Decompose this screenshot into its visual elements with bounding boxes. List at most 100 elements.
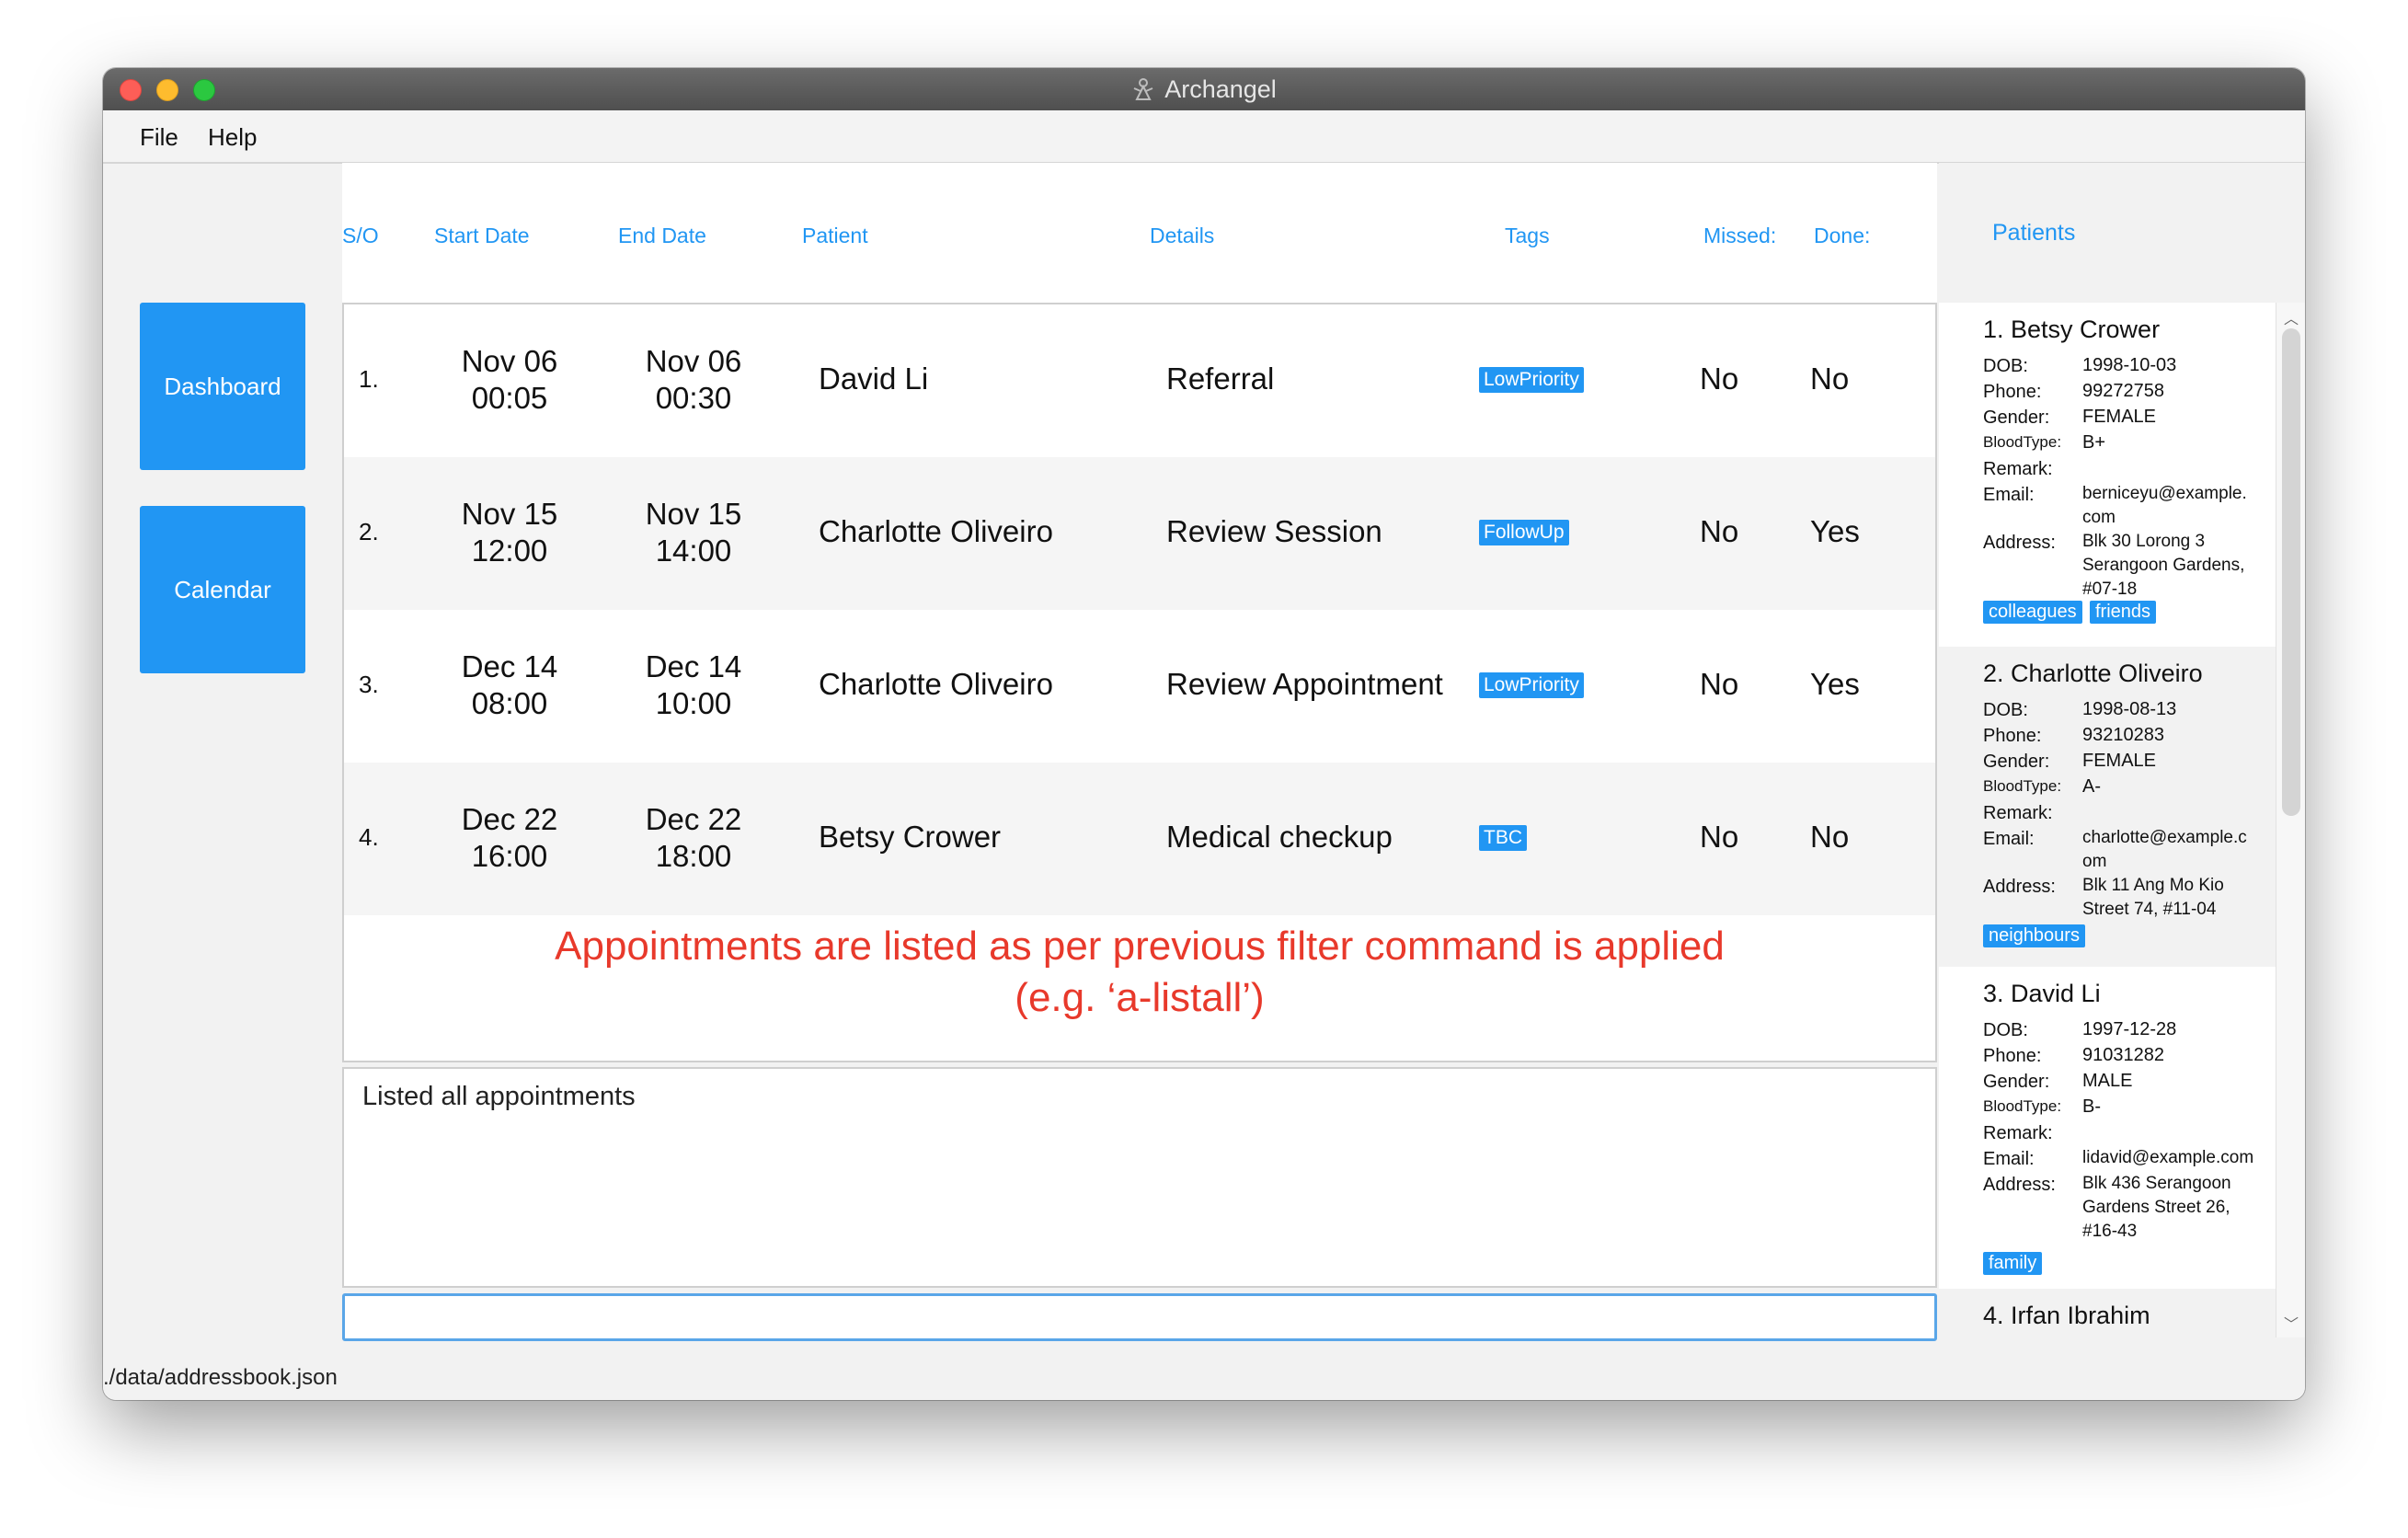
end-date-day: Dec 14 — [645, 649, 742, 683]
dashboard-button[interactable]: Dashboard — [140, 303, 305, 470]
archangel-app-icon — [1133, 78, 1153, 100]
appointment-patient: David Li — [819, 362, 929, 396]
email-value-line-1: charlotte@example.c — [2082, 828, 2247, 847]
patient-card[interactable]: 1. Betsy Crower DOB: 1998-10-03 Phone: 9… — [1939, 303, 2276, 647]
address-line-2: Gardens Street 26, — [2082, 1198, 2230, 1217]
window-title: Archangel — [1164, 75, 1277, 103]
title-bar[interactable]: Archangel — [103, 68, 2305, 111]
annotation-line-2: (e.g. ‘a-listall’) — [1015, 975, 1265, 1020]
calendar-button[interactable]: Calendar — [140, 506, 305, 673]
scroll-up-icon[interactable]: ︿ — [2284, 306, 2299, 328]
address-label: Address: — [1983, 877, 2056, 897]
blood-label: BloodType: — [1983, 1097, 2062, 1115]
appointment-number: 4. — [359, 823, 379, 851]
dob-value: 1997-12-28 — [2082, 1019, 2177, 1039]
gender-value: MALE — [2082, 1071, 2133, 1091]
appointment-row[interactable]: 1. Nov 06 00:05 Nov 06 00:30 David Li Refe… — [344, 304, 1935, 457]
patient-name: 3. David Li — [1983, 980, 2101, 1007]
blood-value: B- — [2082, 1096, 2101, 1117]
start-date: Dec 14 08:00 — [436, 648, 583, 722]
phone-value: 93210283 — [2082, 725, 2164, 745]
menu-help[interactable]: Help — [202, 120, 262, 155]
address-label: Address: — [1983, 1175, 2056, 1195]
appointment-details: Review Appointment — [1166, 667, 1443, 701]
header-start-date: Start Date — [434, 224, 530, 247]
appointment-missed: No — [1700, 667, 1739, 701]
appointment-patient: Betsy Crower — [819, 820, 1002, 854]
appointment-row[interactable]: 4. Dec 22 16:00 Dec 22 18:00 Betsy Crower … — [344, 763, 1935, 915]
patient-name: 4. Irfan Ibrahim — [1983, 1302, 2150, 1329]
remark-label: Remark: — [1983, 1123, 2053, 1143]
annotation-line-1: Appointments are listed as per previous … — [555, 924, 1725, 969]
address-line-1: Blk 30 Lorong 3 — [2082, 532, 2206, 551]
dob-value: 1998-08-13 — [2082, 699, 2177, 719]
result-message: Listed all appointments — [362, 1082, 636, 1111]
appointment-row[interactable]: 3. Dec 14 08:00 Dec 14 10:00 Charlotte Oli… — [344, 610, 1935, 763]
end-date-day: Dec 22 — [645, 802, 742, 836]
address-line-1: Blk 436 Serangoon — [2082, 1174, 2231, 1193]
email-label: Email: — [1983, 485, 2035, 505]
start-date: Dec 22 16:00 — [436, 801, 583, 875]
gender-label: Gender: — [1983, 407, 2050, 428]
patient-tag: neighbours — [1983, 924, 2085, 947]
patient-name: 1. Betsy Crower — [1983, 316, 2161, 343]
start-date: Nov 06 00:05 — [436, 343, 583, 417]
address-line-3: #16-43 — [2082, 1222, 2138, 1241]
blood-label: BloodType: — [1983, 777, 2062, 795]
gender-value: FEMALE — [2082, 751, 2157, 771]
appointment-tag: LowPriority — [1479, 672, 1584, 698]
patient-tag: family — [1983, 1252, 2043, 1275]
dob-label: DOB: — [1983, 700, 2028, 720]
scrollbar-thumb[interactable] — [2282, 328, 2300, 816]
app-window: Archangel File Help Dashboard Calendar S… — [103, 68, 2305, 1400]
command-input[interactable] — [342, 1293, 1937, 1341]
appointment-details: Review Session — [1166, 514, 1382, 548]
email-label: Email: — [1983, 829, 2035, 849]
blood-label: BloodType: — [1983, 433, 2062, 451]
patient-card[interactable]: 4. Irfan Ibrahim — [1939, 1289, 2276, 1337]
email-label: Email: — [1983, 1149, 2035, 1169]
result-display: Listed all appointments — [342, 1067, 1937, 1288]
patient-card[interactable]: 3. David Li DOB: 1997-12-28 Phone: 91031… — [1939, 967, 2276, 1289]
address-line-1: Blk 11 Ang Mo Kio — [2082, 876, 2224, 895]
header-patient: Patient — [802, 224, 868, 247]
status-bar-path: ./data/addressbook.json — [103, 1365, 338, 1390]
patient-card[interactable]: 2. Charlotte Oliveiro DOB: 1998-08-13 Ph… — [1939, 647, 2276, 967]
phone-value: 99272758 — [2082, 381, 2164, 401]
patient-tag: friends — [2090, 601, 2157, 624]
dob-label: DOB: — [1983, 356, 2028, 376]
end-date: Nov 06 00:30 — [620, 343, 767, 417]
appointment-tag: FollowUp — [1479, 520, 1569, 545]
address-line-3: #07-18 — [2082, 580, 2138, 599]
menu-bar: File Help — [103, 110, 2305, 164]
end-date: Nov 15 14:00 — [620, 496, 767, 569]
start-date-day: Nov 15 — [461, 497, 558, 531]
appointment-column-headers: S/O Start Date End Date Patient Details … — [342, 163, 1937, 303]
end-date: Dec 22 18:00 — [620, 801, 767, 875]
menu-file[interactable]: File — [134, 120, 184, 155]
start-date-day: Nov 06 — [461, 344, 558, 378]
header-done: Done: — [1814, 224, 1871, 247]
patient-list-scrollbar[interactable]: ︿ ﹀ — [2276, 303, 2305, 1337]
filter-annotation: Appointments are listed as per previous … — [344, 921, 1935, 1024]
patient-list[interactable]: 1. Betsy Crower DOB: 1998-10-03 Phone: 9… — [1939, 303, 2276, 1337]
email-value-line-1: lidavid@example.com — [2082, 1148, 2254, 1167]
appointment-row[interactable]: 2. Nov 15 12:00 Nov 15 14:00 Charlotte Oli… — [344, 457, 1935, 610]
scroll-down-icon[interactable]: ﹀ — [2284, 1312, 2299, 1334]
appointment-list[interactable]: 1. Nov 06 00:05 Nov 06 00:30 David Li Refe… — [342, 303, 1937, 1062]
patient-tag: colleagues — [1983, 601, 2082, 624]
start-date-day: Dec 22 — [461, 802, 558, 836]
appointment-number: 1. — [359, 365, 379, 393]
header-missed: Missed: — [1703, 224, 1777, 247]
header-tags: Tags — [1505, 224, 1550, 247]
end-date-time: 18:00 — [655, 839, 732, 873]
patients-panel-title: Patients — [1992, 220, 2076, 246]
end-date-time: 00:30 — [655, 381, 732, 415]
gender-label: Gender: — [1983, 1072, 2050, 1092]
phone-label: Phone: — [1983, 382, 2042, 402]
phone-label: Phone: — [1983, 726, 2042, 746]
appointment-patient: Charlotte Oliveiro — [819, 667, 1053, 701]
address-line-2: Serangoon Gardens, — [2082, 556, 2245, 575]
email-value-line-2: om — [2082, 852, 2107, 871]
appointment-done: No — [1810, 362, 1850, 396]
